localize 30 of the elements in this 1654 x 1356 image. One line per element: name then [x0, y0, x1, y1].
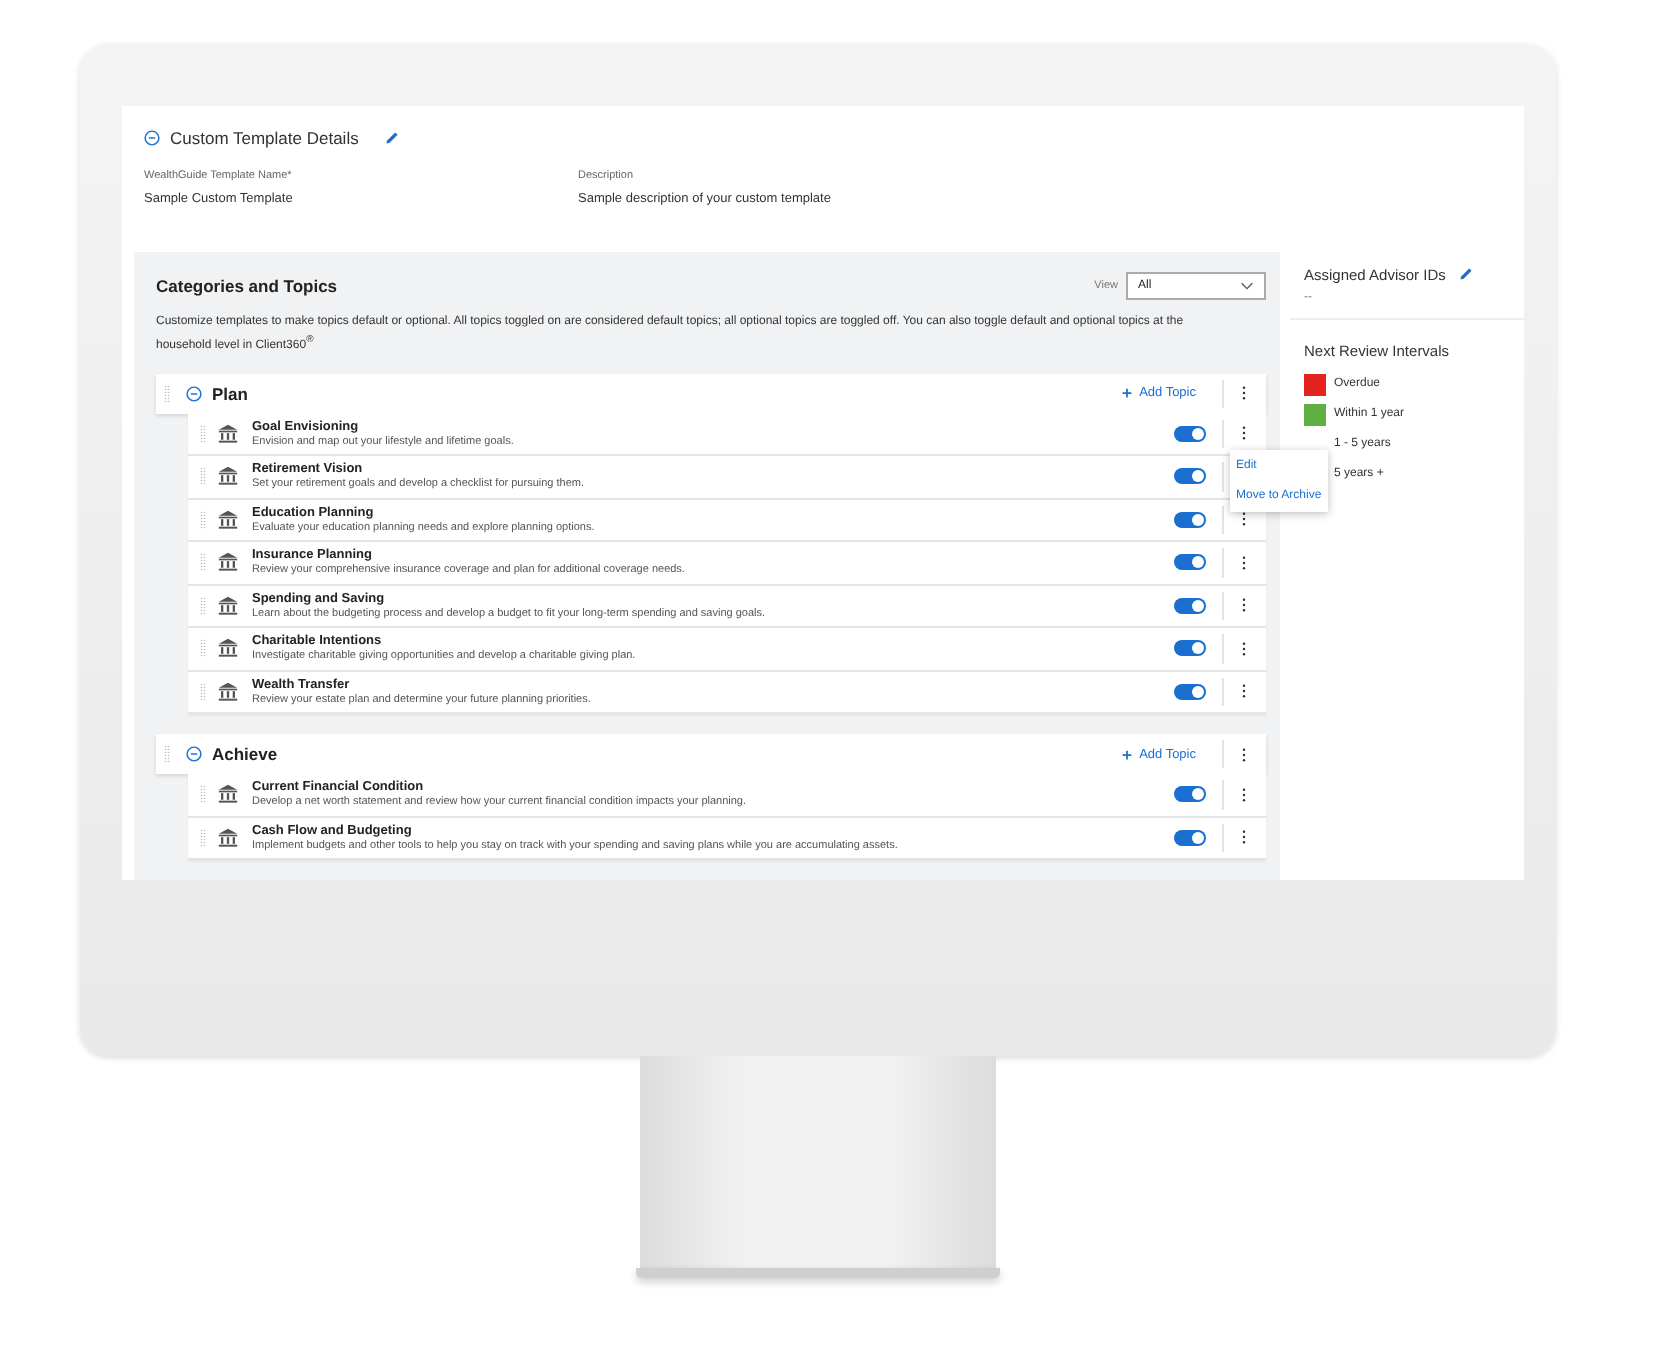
bank-icon — [218, 638, 238, 659]
toggle-switch[interactable] — [1174, 554, 1206, 571]
toggle-switch[interactable] — [1174, 640, 1206, 657]
bank-icon — [218, 681, 238, 702]
edit-icon[interactable] — [384, 130, 401, 146]
category-name: Achieve — [212, 744, 280, 764]
bank-icon — [218, 595, 238, 616]
collapse-icon[interactable] — [186, 746, 202, 762]
toggle-switch[interactable] — [1174, 425, 1206, 442]
toggle-switch[interactable] — [1174, 829, 1206, 846]
category-name: Plan — [212, 383, 250, 403]
bank-icon — [218, 509, 238, 530]
bank-icon — [218, 827, 238, 848]
toggle-switch[interactable] — [1174, 597, 1206, 614]
section-title: Custom Template Details — [170, 128, 359, 148]
panel-title: Categories and Topics — [156, 275, 340, 295]
edit-icon[interactable] — [1457, 266, 1474, 282]
toggle-switch[interactable] — [1174, 786, 1206, 803]
toggle-switch[interactable] — [1174, 683, 1206, 700]
plus-icon — [1121, 388, 1132, 398]
collapse-icon[interactable] — [186, 385, 202, 401]
plus-icon — [1121, 749, 1132, 759]
bank-icon — [218, 466, 238, 487]
toggle-switch[interactable] — [1174, 511, 1206, 528]
bank-icon — [218, 784, 238, 805]
bank-icon — [218, 552, 238, 573]
chevron-down-icon — [1240, 281, 1254, 289]
collapse-icon[interactable] — [144, 130, 160, 146]
toggle-switch[interactable] — [1174, 468, 1206, 485]
bank-icon — [218, 423, 238, 444]
